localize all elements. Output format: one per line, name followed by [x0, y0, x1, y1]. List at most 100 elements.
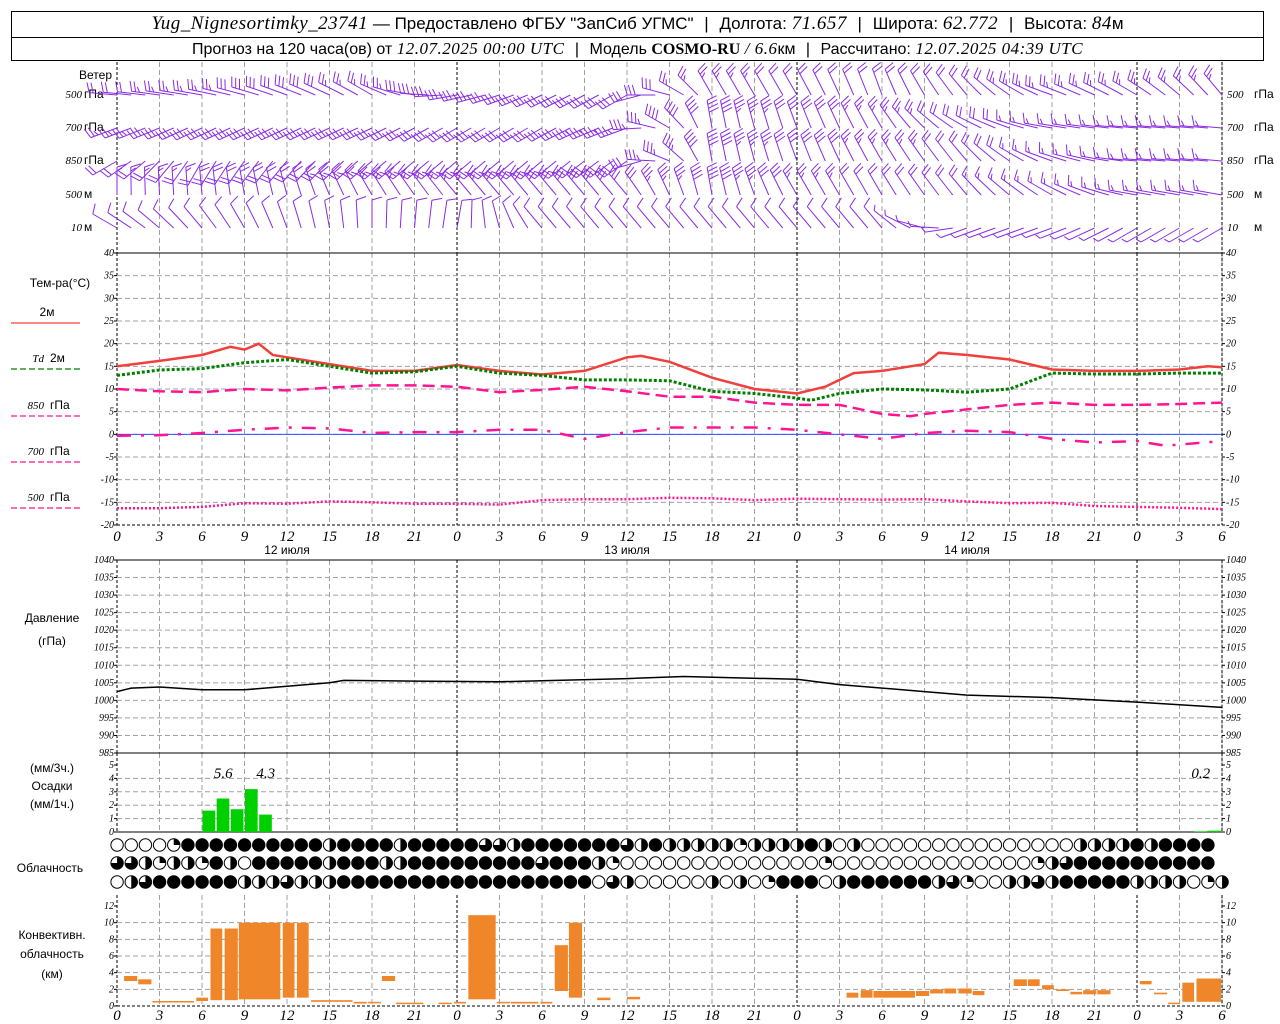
cloud-circle: [903, 838, 918, 852]
cloud-fill: [918, 875, 931, 889]
convective-bar: [1083, 990, 1097, 995]
cloud-symbol: [209, 856, 223, 870]
temp-label: Тем-ра(°C): [30, 276, 90, 290]
cloud-fill: [159, 856, 166, 863]
temp-tick-left: 0: [109, 429, 114, 440]
wind-barb: [276, 195, 288, 229]
wind-barb: [768, 62, 784, 96]
wind-barb: [608, 197, 628, 229]
conv-tick-left: 8: [109, 934, 114, 945]
cloud-symbol: [563, 856, 578, 870]
cloud-symbol: [1073, 838, 1088, 852]
cloud-circle: [634, 875, 648, 889]
cloud-symbol: [662, 838, 677, 852]
cloud-fill: [805, 875, 818, 889]
cloud-circle: [776, 856, 790, 870]
convective-bar: [1139, 981, 1152, 985]
wind-level-num: 500: [66, 89, 83, 101]
precip-3h-sum: 5.6: [214, 766, 233, 782]
cloud-symbol: [280, 838, 294, 852]
precip-bar: [202, 810, 216, 832]
wind-barb: [821, 197, 840, 229]
temp-tick-left: -20: [101, 520, 114, 531]
cloud-fill: [1037, 856, 1045, 863]
cloud-fill: [847, 875, 860, 889]
wind-barb: [371, 163, 387, 196]
wind-barb: [664, 98, 685, 129]
convective-bar: [1056, 989, 1070, 991]
hour-label-bottom: 3: [495, 1008, 504, 1024]
hour-label: 15: [1002, 529, 1018, 545]
cloud-fill: [740, 875, 747, 889]
wind-barb: [769, 162, 784, 196]
cloud-symbol: [974, 856, 988, 870]
wind-barb: [397, 163, 415, 196]
cloud-circle: [903, 856, 918, 870]
legend-level: Td: [32, 353, 44, 365]
cloud-symbol: [492, 838, 507, 852]
wind-barb: [969, 106, 996, 129]
pressure-tick-right: 1000: [1226, 695, 1246, 706]
wind-barb: [1203, 64, 1223, 96]
cloud-symbol: [294, 875, 308, 889]
wind-barb: [935, 164, 954, 196]
wind-level-num-right: 850: [1227, 155, 1244, 167]
cloud-fill: [513, 838, 520, 852]
convective-bar: [860, 990, 873, 998]
cloud-fill: [187, 856, 195, 870]
wind-level-num-right: 500: [1227, 89, 1244, 101]
temp-tick-left: -10: [101, 475, 114, 486]
convective-bar: [353, 1001, 367, 1004]
wind-barb: [711, 62, 727, 96]
cloud-symbol: [832, 856, 847, 870]
wind-barb: [806, 197, 826, 229]
wind-barb: [512, 196, 529, 229]
cloud-fill: [329, 838, 336, 852]
wind-barb: [452, 164, 472, 196]
cloud-symbol: [1187, 838, 1201, 852]
cloud-circle: [946, 856, 960, 870]
pressure-tick-left: 1010: [94, 660, 114, 671]
cloud-circle: [960, 856, 974, 870]
wind-level-unit-right: гПа: [1254, 120, 1274, 134]
cloud-symbol: [351, 875, 365, 889]
temp-tick-left: 25: [104, 316, 114, 327]
cloud-symbol: [464, 875, 478, 889]
wind-barb: [566, 164, 585, 196]
cloud-symbol: [209, 875, 223, 889]
cloud-circle: [662, 875, 677, 889]
cloud-fill: [1151, 875, 1158, 889]
hour-label-bottom: 9: [241, 1008, 249, 1024]
hour-label: 3: [1175, 529, 1184, 545]
hour-label: 18: [365, 529, 381, 545]
cloud-symbol: [1172, 875, 1187, 889]
wind-barb: [725, 62, 741, 96]
cloud-symbol: [832, 875, 847, 889]
pressure-tick-left: 995: [99, 713, 114, 724]
legend-level: 850: [28, 400, 45, 412]
cloud-fill: [315, 875, 322, 889]
cloud-fill: [1201, 838, 1215, 852]
pressure-tick-right: 985: [1226, 748, 1241, 759]
cloud-circle: [719, 856, 733, 870]
hour-label: 0: [453, 529, 461, 545]
temp-tick-right: -15: [1226, 497, 1239, 508]
wind-barb: [690, 162, 703, 196]
wind-barb: [551, 197, 571, 229]
cloud-fill: [295, 856, 308, 870]
cloud-symbol: [422, 838, 436, 852]
hour-label: 0: [113, 529, 121, 545]
temp-tick-right: 15: [1226, 361, 1236, 372]
cloud-fill: [1088, 875, 1101, 889]
cloud-fill: [131, 875, 138, 889]
cloud-symbol: [790, 838, 804, 852]
cloud-symbol: [1002, 838, 1017, 852]
convective-bar: [196, 997, 209, 1001]
wind-barb: [857, 62, 869, 96]
cloud-circle: [592, 875, 606, 889]
precip-tick-right: 1: [1226, 814, 1231, 825]
cloud-fill: [365, 838, 379, 852]
cloud-symbol: [818, 838, 833, 852]
cloud-symbol: [252, 838, 266, 852]
wind-barb: [810, 162, 826, 196]
